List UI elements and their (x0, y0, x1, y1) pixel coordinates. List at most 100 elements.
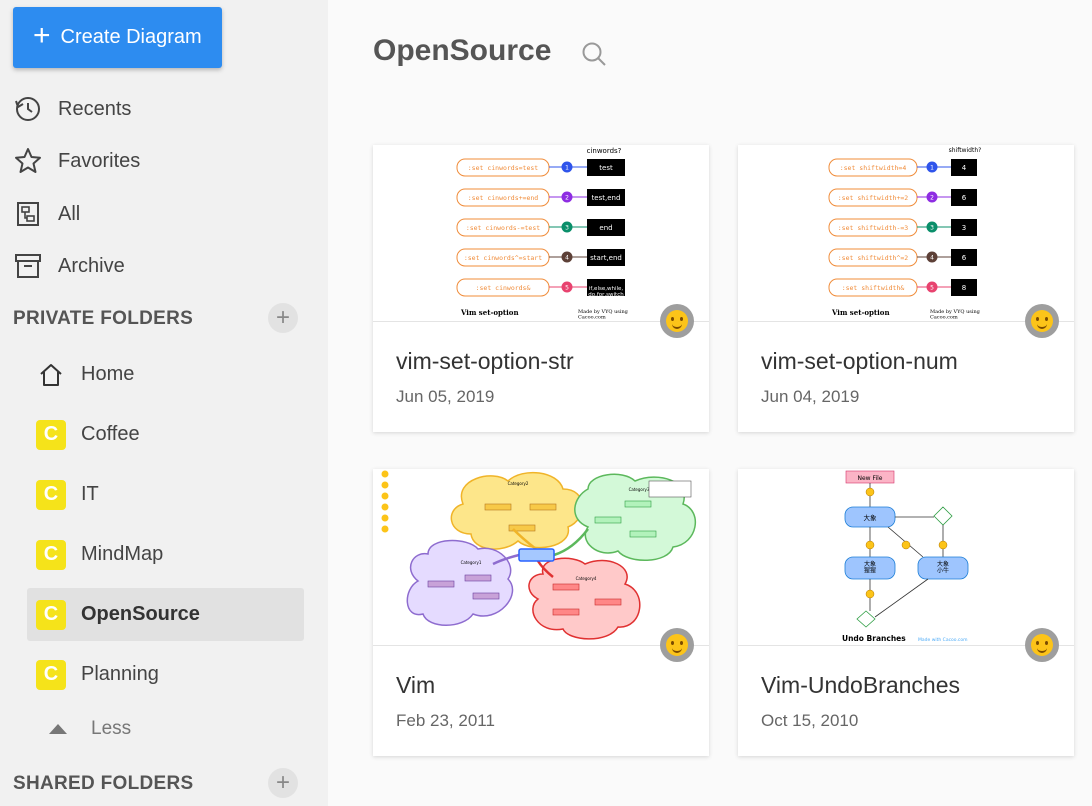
thumb-footer-credit: Made by VYQ using Cacoo.com (930, 309, 981, 321)
thumb-question: shiftwidth? (949, 147, 982, 154)
thumb-num: 5 (930, 285, 934, 292)
thumb-num: 2 (930, 195, 934, 202)
sidebar: + Create Diagram Recents Favorites All A… (0, 0, 328, 806)
thumb-cmd: :set shiftwidth=4 (840, 164, 907, 172)
nav-label: Recents (58, 97, 132, 120)
thumb-num: 5 (565, 285, 569, 292)
diagram-name[interactable]: Vim (396, 672, 435, 699)
owner-avatar (1025, 628, 1059, 662)
category-label: Category2 (508, 481, 529, 486)
thumb-node: 大象 (864, 513, 878, 522)
folder-it[interactable]: C IT (27, 468, 304, 521)
nav-all[interactable]: All (13, 194, 80, 234)
thumb-cmd: :set cinwords=test (468, 164, 539, 172)
thumb-node: 大象猩猩 (864, 560, 876, 575)
thumb-result: start,end (590, 254, 622, 262)
thumb-rows: :set cinwords=test 1 test :set cinwords+… (456, 158, 625, 298)
nav-favorites[interactable]: Favorites (13, 141, 140, 181)
thumb-footer-title: Vim set-option (460, 308, 519, 317)
thumb-footer-credit: Made by VYQ using Cacoo.com (578, 309, 629, 321)
folder-coffee[interactable]: C Coffee (27, 408, 304, 461)
search-icon[interactable] (580, 40, 608, 68)
diagram-name[interactable]: Vim-UndoBranches (761, 672, 960, 699)
emoji-column (381, 470, 389, 533)
owner-avatar (1025, 304, 1059, 338)
thumb-cmd: :set cinwords^=start (464, 254, 542, 262)
folder-opensource[interactable]: C OpenSource (27, 588, 304, 641)
folder-badge-icon: C (36, 659, 66, 690)
add-private-folder-button[interactable]: + (268, 303, 298, 333)
folder-badge-icon: C (36, 479, 66, 510)
page-title: OpenSource (373, 34, 552, 67)
diagram-icon (13, 199, 43, 229)
thumb-footer-title: Vim set-option (831, 308, 890, 317)
diagram-date: Jun 05, 2019 (396, 387, 495, 406)
thumb-result: if,else,while, do,for,switch (588, 286, 624, 298)
thumb-num: 4 (565, 255, 569, 262)
archive-icon (13, 251, 43, 281)
thumb-result: 8 (962, 284, 966, 292)
diagram-name[interactable]: vim-set-option-num (761, 348, 958, 375)
thumb-footer-credit: Made with Cacoo.com (918, 637, 968, 643)
folder-label: IT (81, 483, 99, 505)
diagram-date: Oct 15, 2010 (761, 711, 859, 730)
show-less-toggle[interactable]: Less (49, 718, 131, 740)
less-label: Less (91, 718, 132, 739)
history-icon (13, 94, 43, 124)
diagram-card[interactable]: Category2 Category3 Category1 Category4 (373, 469, 709, 756)
thumb-footer-title: Undo Branches (842, 634, 906, 643)
folder-badge-icon: C (36, 539, 66, 570)
thumb-cmd: :set shiftwidth+=2 (838, 194, 909, 202)
thumb-result: end (599, 224, 612, 232)
diagram-card[interactable]: New File 大象 大象猩猩 大象小牛 Undo Branches Made… (738, 469, 1074, 756)
folder-badge-icon: C (36, 419, 66, 450)
thumb-cmd: :set shiftwidth& (842, 284, 905, 292)
chevron-up-icon (49, 724, 67, 734)
diagram-date: Feb 23, 2011 (396, 711, 495, 730)
folder-label: Coffee (81, 423, 140, 445)
private-folders-header: PRIVATE FOLDERS (13, 308, 194, 329)
thumb-num: 2 (565, 195, 569, 202)
create-diagram-button[interactable]: + Create Diagram (13, 7, 222, 68)
folder-mindmap[interactable]: C MindMap (27, 528, 304, 581)
owner-avatar (660, 304, 694, 338)
thumb-result: 4 (962, 164, 967, 172)
thumb-num: 4 (930, 255, 934, 262)
thumb-node: 大象小牛 (937, 560, 949, 575)
thumb-cmd: :set shiftwidth^=2 (838, 254, 909, 262)
diagram-date: Jun 04, 2019 (761, 387, 860, 406)
diagram-name[interactable]: vim-set-option-str (396, 348, 574, 375)
thumb-num: 3 (930, 225, 934, 232)
folder-home[interactable]: Home (27, 348, 304, 401)
home-icon (36, 360, 66, 390)
diagram-card[interactable]: cinwords? :set cinwords=test 1 test :set… (373, 145, 709, 432)
diagram-card[interactable]: shiftwidth? :set shiftwidth=4 1 4 :set s… (738, 145, 1074, 432)
add-shared-folder-button[interactable]: + (268, 768, 298, 798)
diagram-thumbnail: shiftwidth? :set shiftwidth=4 1 4 :set s… (738, 145, 1074, 322)
category-label: Category1 (461, 560, 482, 565)
folder-planning[interactable]: C Planning (27, 648, 304, 701)
thumb-result: 3 (962, 224, 966, 232)
star-icon (13, 146, 43, 176)
thumb-result: 6 (962, 194, 967, 202)
nav-recents[interactable]: Recents (13, 89, 131, 129)
nav-archive[interactable]: Archive (13, 246, 125, 286)
thumb-cmd: :set cinwords+=end (468, 194, 539, 202)
category-label: Category4 (576, 576, 597, 581)
category-label: Category3 (629, 487, 650, 492)
thumb-result: 6 (962, 254, 967, 262)
diagram-thumbnail: New File 大象 大象猩猩 大象小牛 Undo Branches Made… (738, 469, 1074, 646)
shared-folders-header: SHARED FOLDERS (13, 773, 194, 794)
thumb-num: 1 (930, 165, 934, 172)
plus-icon: + (33, 19, 51, 52)
thumb-result: test (599, 164, 613, 172)
folder-badge-icon: C (36, 599, 66, 630)
thumb-num: 1 (565, 165, 569, 172)
folder-label: Home (81, 363, 135, 385)
thumb-cmd: :set cinwords& (476, 284, 531, 292)
thumb-cmd: :set cinwords-=test (466, 224, 540, 232)
folder-label: MindMap (81, 543, 164, 565)
thumb-result: test,end (592, 194, 621, 202)
thumb-question: cinwords? (587, 147, 622, 155)
diagram-thumbnail: Category2 Category3 Category1 Category4 (373, 469, 709, 646)
